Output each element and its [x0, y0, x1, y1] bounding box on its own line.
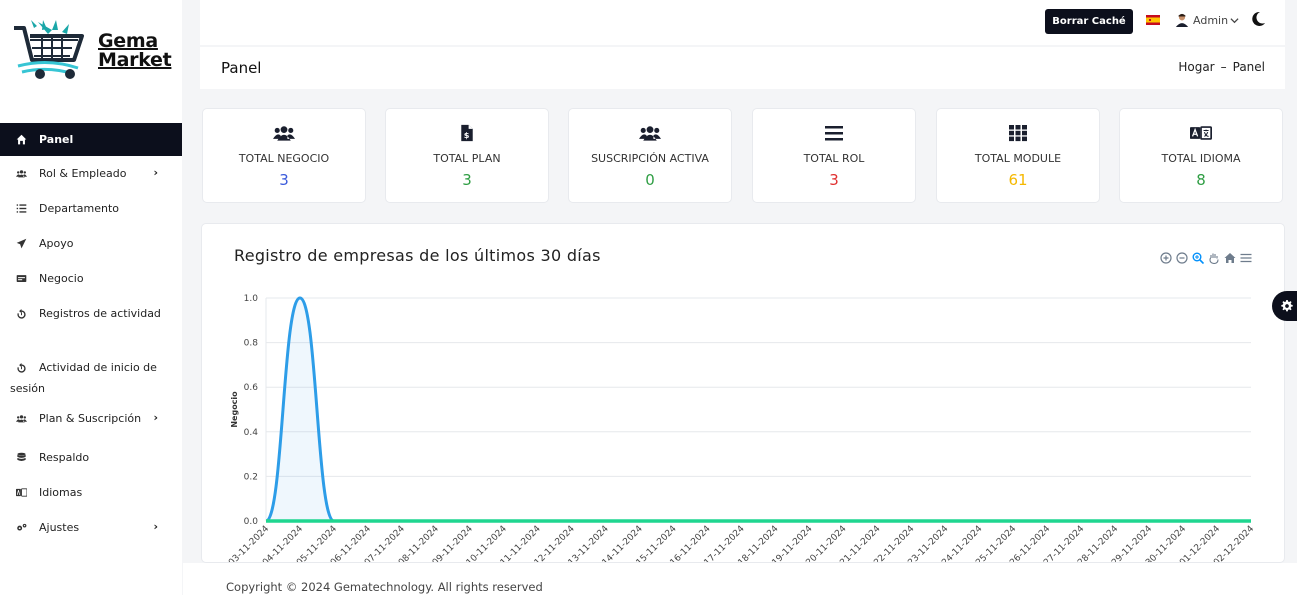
users-icon [12, 167, 30, 179]
database-icon [12, 451, 30, 463]
user-name: Admin [1193, 13, 1229, 27]
sidebar-item-label: Apoyo [39, 237, 74, 250]
stat-card-label: SUSCRIPCIÓN ACTIVA [591, 152, 709, 165]
stat-card-total-plan[interactable]: $ TOTAL PLAN 3 [385, 108, 549, 203]
sidebar-item-label: Ajustes [39, 521, 80, 534]
series-area [266, 298, 1251, 521]
sidebar-item-departamento[interactable]: Departamento [0, 191, 182, 226]
y-tick-label: 1.0 [244, 294, 259, 304]
page-title: Panel [221, 59, 262, 77]
stat-card-total-idioma[interactable]: TOTAL IDIOMA 8 [1119, 108, 1283, 203]
y-tick-label: 0.2 [244, 472, 258, 482]
breadcrumb: Hogar – Panel [1178, 60, 1265, 74]
sidebar-item-label: Negocio [39, 272, 84, 285]
stat-card-total-rol[interactable]: TOTAL ROL 3 [752, 108, 916, 203]
moon-icon[interactable] [1250, 11, 1266, 27]
sidebar-item-label: Registros de actividad [39, 307, 161, 320]
y-axis-label: Negocio [230, 391, 239, 428]
user-menu[interactable]: Admin [1175, 13, 1243, 27]
history-icon [12, 308, 30, 320]
stat-card-label: TOTAL ROL [803, 152, 865, 165]
stat-card-value: 61 [1008, 171, 1028, 189]
registrations-chart[interactable]: 1.00.80.60.40.20.0Negocio03-11-202404-11… [202, 224, 1285, 563]
stat-card-label: TOTAL NEGOCIO [238, 152, 330, 165]
series-line [264, 296, 1251, 523]
y-tick-label: 0.4 [244, 428, 259, 438]
history-icon [12, 362, 30, 374]
users-icon [12, 412, 30, 424]
users-icon [272, 124, 296, 142]
sidebar-item-registros-actividad[interactable]: Registros de actividad [0, 296, 182, 352]
stat-card-total-negocio[interactable]: TOTAL NEGOCIO 3 [202, 108, 366, 203]
sidebar-item-ajustes[interactable]: Ajustes › [0, 513, 182, 548]
sidebar-item-label: Rol & Empleado [39, 167, 127, 180]
breadcrumb-home[interactable]: Hogar [1178, 60, 1214, 74]
invoice-icon: $ [455, 124, 479, 142]
sidebar-item-label: Panel [39, 133, 74, 146]
copyright-text: Copyright © 2024 Gematechnology. All rig… [226, 580, 543, 594]
list-icon [12, 202, 30, 214]
sidebar-item-plan-suscripcion[interactable]: Plan & Suscripción › [0, 408, 182, 443]
settings-toggle[interactable] [1272, 291, 1297, 321]
chart-panel: Registro de empresas de los últimos 30 d… [201, 223, 1285, 563]
brand-name: Gema Market [98, 32, 172, 71]
sidebar-item-idiomas[interactable]: Idiomas [0, 478, 182, 513]
sidebar-item-label: Departamento [39, 202, 120, 215]
avatar [1175, 13, 1189, 27]
home-icon [12, 134, 30, 146]
bars-icon [822, 124, 846, 142]
clear-cache-button[interactable]: Borrar Caché [1045, 9, 1133, 34]
stat-card-value: 8 [1196, 171, 1206, 189]
users-icon [638, 124, 662, 142]
send-icon [12, 237, 30, 249]
y-tick-label: 0.8 [244, 339, 259, 349]
y-tick-label: 0.6 [244, 383, 259, 393]
sidebar-item-label: Idiomas [39, 486, 83, 499]
brand-line2: Market [98, 49, 172, 71]
gear-icon [1281, 300, 1293, 312]
sidebar-item-negocio[interactable]: Negocio [0, 261, 182, 296]
sidebar: Gema Market Panel Rol & Empleado › Depar… [0, 0, 182, 595]
sidebar-item-panel[interactable]: Panel [0, 123, 182, 156]
stat-card-total-module[interactable]: TOTAL MODULE 61 [936, 108, 1100, 203]
sidebar-item-actividad-inicio-sesion[interactable]: Actividad de inicio de sesión [0, 352, 182, 408]
stat-card-label: TOTAL PLAN [433, 152, 501, 165]
sidebar-item-apoyo[interactable]: Apoyo [0, 226, 182, 261]
sidebar-item-respaldo[interactable]: Respaldo [0, 443, 182, 478]
chevron-down-icon [1230, 17, 1239, 23]
sidebar-item-label: Actividad de inicio de sesión [10, 361, 157, 395]
y-tick-label: 0.0 [244, 517, 259, 527]
breadcrumb-separator: – [1220, 60, 1227, 74]
topbar: Borrar Caché Admin [200, 0, 1285, 45]
stat-card-value: 0 [645, 171, 655, 189]
stat-card-label: TOTAL MODULE [974, 152, 1062, 165]
chevron-right-icon: › [153, 520, 158, 533]
grid-icon [1006, 124, 1030, 142]
stat-card-value: 3 [829, 171, 839, 189]
chevron-right-icon: › [153, 166, 158, 179]
cart-logo-icon [14, 20, 84, 79]
business-icon [12, 272, 30, 284]
chevron-right-icon: › [153, 411, 158, 424]
stat-card-suscripcion-activa[interactable]: SUSCRIPCIÓN ACTIVA 0 [568, 108, 732, 203]
spain-flag-icon[interactable] [1146, 15, 1160, 25]
sidebar-item-rol-empleado[interactable]: Rol & Empleado › [0, 156, 182, 191]
stat-card-value: 3 [462, 171, 472, 189]
svg-text:$: $ [464, 130, 470, 140]
footer: Copyright © 2024 Gematechnology. All rig… [183, 563, 1297, 595]
sidebar-nav: Panel Rol & Empleado › Departamento Apoy… [0, 123, 182, 548]
gears-icon [12, 521, 30, 533]
language-icon [1189, 124, 1213, 142]
breadcrumb-current: Panel [1232, 60, 1265, 74]
page-header: Panel Hogar – Panel [200, 47, 1285, 89]
sidebar-item-label: Plan & Suscripción [39, 412, 142, 425]
stat-card-value: 3 [279, 171, 289, 189]
brand-logo[interactable]: Gema Market [12, 18, 172, 88]
stat-card-label: TOTAL IDIOMA [1161, 152, 1241, 165]
language-icon [12, 486, 30, 498]
sidebar-item-label: Respaldo [39, 451, 90, 464]
